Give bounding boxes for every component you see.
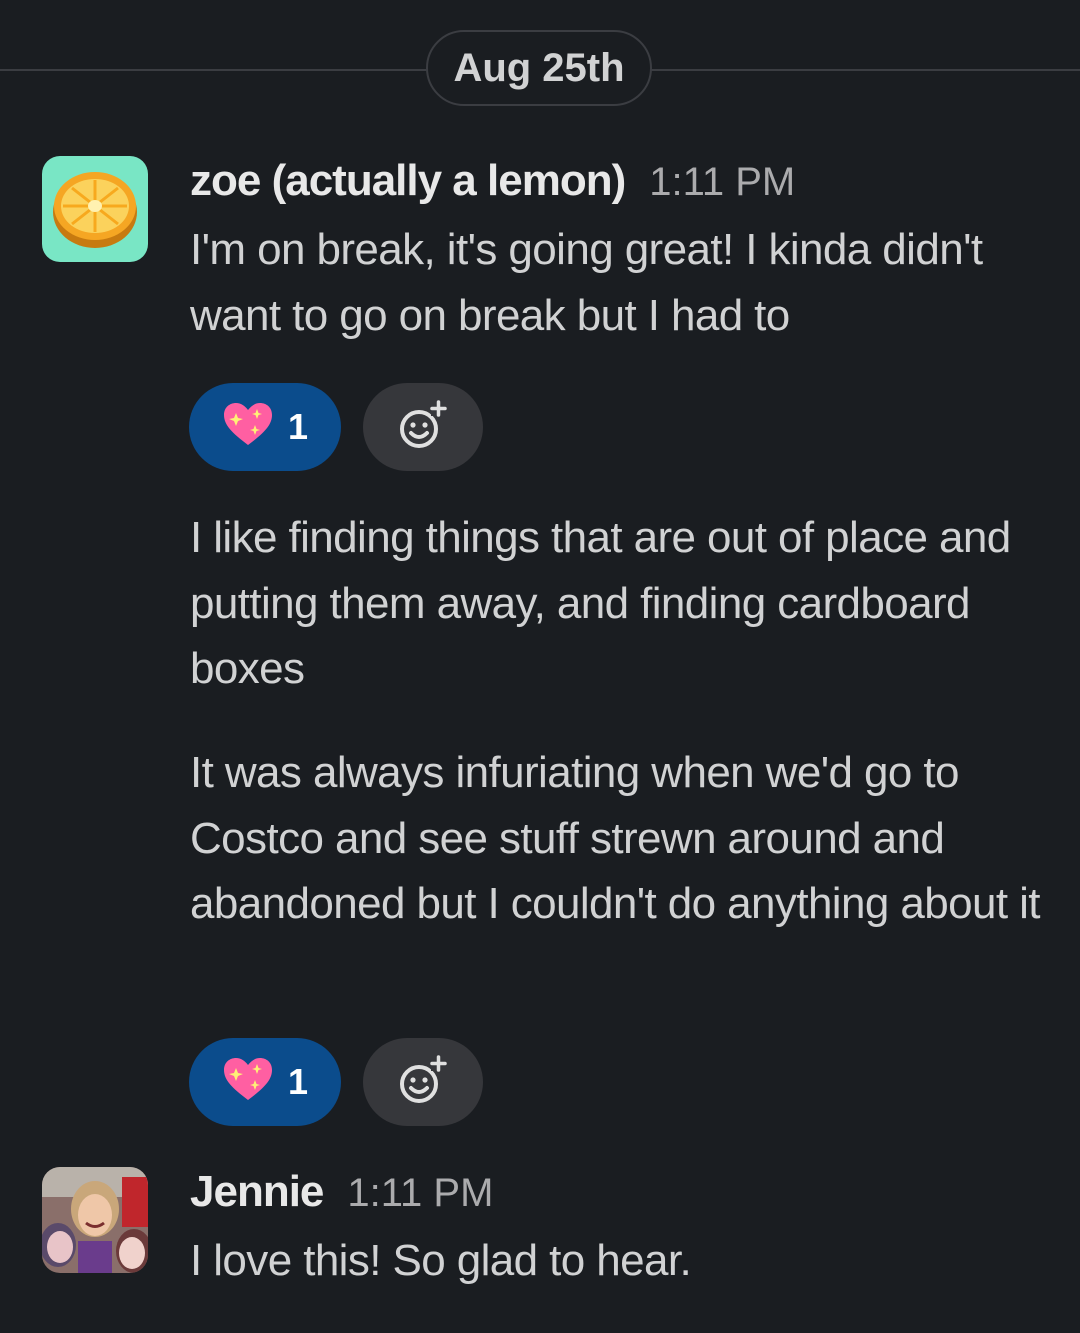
message-header: Jennie 1:11 PM — [190, 1167, 493, 1217]
profile-photo-avatar[interactable] — [42, 1167, 148, 1273]
message-time[interactable]: 1:11 PM — [649, 160, 795, 205]
date-pill[interactable]: Aug 25th — [426, 30, 652, 106]
sparkling-heart-icon — [222, 401, 274, 454]
message-text: I like finding things that are out of pl… — [190, 513, 1011, 693]
message-time[interactable]: 1:11 PM — [347, 1171, 493, 1216]
date-divider: Aug 25th — [0, 30, 1080, 110]
add-reaction-button[interactable] — [363, 383, 483, 471]
add-emoji-icon — [397, 1054, 449, 1111]
message-header: zoe (actually a lemon) 1:11 PM — [190, 156, 795, 206]
add-reaction-button[interactable] — [363, 1038, 483, 1126]
lemon-slice-avatar[interactable] — [42, 156, 148, 262]
sender-name[interactable]: Jennie — [190, 1167, 324, 1217]
message-text: I'm on break, it's going great! I kinda … — [190, 225, 983, 340]
sender-name[interactable]: zoe (actually a lemon) — [190, 156, 626, 206]
reaction-sparkling-heart[interactable]: 1 — [189, 383, 341, 471]
reaction-bar: 1 — [189, 383, 483, 471]
sparkling-heart-icon — [222, 1056, 274, 1109]
message-text: I love this! So glad to hear. — [190, 1236, 692, 1285]
reaction-sparkling-heart[interactable]: 1 — [189, 1038, 341, 1126]
reaction-count: 1 — [287, 1061, 309, 1102]
message-text: It was always infuriating when we'd go t… — [190, 748, 1040, 928]
reaction-count: 1 — [287, 406, 309, 447]
add-emoji-icon — [397, 399, 449, 456]
reaction-bar: 1 — [189, 1038, 483, 1126]
